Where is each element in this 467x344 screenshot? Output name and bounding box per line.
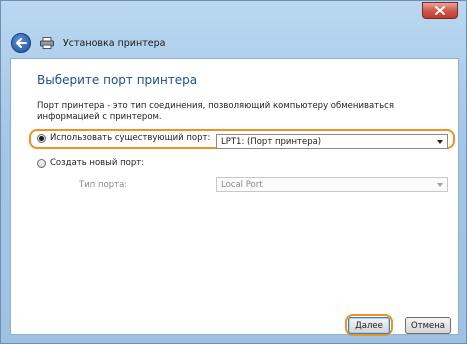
port-type-select: Local Port <box>216 177 448 192</box>
radio-selected-dot <box>39 135 44 141</box>
create-new-port-label: Создать новый порт: <box>50 158 145 168</box>
use-existing-port-option[interactable]: Использовать существующий порт: <box>37 133 210 143</box>
close-button[interactable] <box>422 2 458 19</box>
title-bar: Установка принтера <box>11 31 165 55</box>
close-icon <box>435 6 445 15</box>
port-type-label: Тип порта: <box>79 180 128 190</box>
page-heading: Выберите порт принтера <box>37 73 198 87</box>
existing-port-select[interactable]: LPT1: (Порт принтера) <box>216 134 448 149</box>
port-type-value: Local Port <box>221 179 263 190</box>
chevron-down-icon <box>437 140 443 144</box>
cancel-button[interactable]: Отмена <box>405 317 451 334</box>
wizard-window: Установка принтера Выберите порт принтер… <box>0 0 467 344</box>
chevron-down-icon <box>437 183 443 187</box>
next-button[interactable]: Далее <box>348 317 390 334</box>
page-description: Порт принтера - это тип соединения, позв… <box>37 101 394 122</box>
use-existing-port-radio[interactable] <box>37 133 46 143</box>
back-arrow-icon <box>16 38 27 48</box>
create-new-port-option[interactable]: Создать новый порт: <box>37 158 144 168</box>
use-existing-port-label: Использовать существующий порт: <box>50 133 211 143</box>
wizard-content: Выберите порт принтера Порт принтера - э… <box>10 58 459 336</box>
create-new-port-radio[interactable] <box>37 158 46 168</box>
printer-icon <box>39 36 55 50</box>
existing-port-value: LPT1: (Порт принтера) <box>221 136 322 147</box>
window-title: Установка принтера <box>63 37 166 49</box>
back-button[interactable] <box>11 33 31 53</box>
